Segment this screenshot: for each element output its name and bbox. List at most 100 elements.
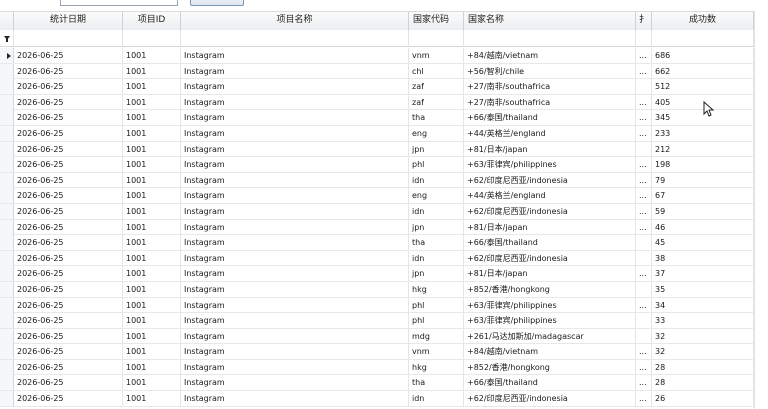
cell-project-id[interactable]: 1001 [123, 391, 181, 407]
cell-country-code[interactable]: zaf [409, 94, 464, 110]
row-indicator[interactable] [0, 375, 14, 391]
table-row[interactable]: 2026-06-25 1001 Instagram phl +63/菲律宾/philip… [0, 313, 760, 329]
cell-date[interactable]: 2026-06-25 [14, 250, 123, 266]
cell-project-id[interactable]: 1001 [123, 203, 181, 219]
cell-success-count[interactable]: 67 [652, 188, 754, 204]
cell-success-count[interactable]: 33 [652, 313, 754, 329]
cell-country-code[interactable]: idn [409, 391, 464, 407]
cell-country-code[interactable]: idn [409, 250, 464, 266]
row-indicator[interactable] [0, 48, 14, 63]
row-indicator[interactable] [0, 125, 14, 141]
cell-country-name[interactable]: +63/菲律宾/philippines [464, 157, 636, 173]
cell-country-name[interactable]: +66/泰国/thailand [464, 235, 636, 251]
row-indicator[interactable] [0, 141, 14, 157]
cell-success-count[interactable]: 686 [652, 48, 754, 63]
cell-date[interactable]: 2026-06-25 [14, 188, 123, 204]
cell-extra[interactable] [636, 141, 652, 157]
table-row[interactable]: 2026-06-25 1001 Instagram tha +66/泰国/thailan… [0, 110, 760, 126]
cell-success-count[interactable]: 662 [652, 63, 754, 79]
cell-project-id[interactable]: 1001 [123, 266, 181, 282]
cell-project-id[interactable]: 1001 [123, 375, 181, 391]
cell-date[interactable]: 2026-06-25 [14, 375, 123, 391]
cell-country-code[interactable]: phl [409, 297, 464, 313]
cell-country-name[interactable]: +44/英格兰/england [464, 188, 636, 204]
cell-extra[interactable]: ... [636, 375, 652, 391]
row-indicator[interactable] [0, 235, 14, 251]
search-input[interactable] [60, 0, 178, 6]
header-project-name[interactable]: 项目名称 [181, 12, 409, 30]
cell-project-id[interactable]: 1001 [123, 172, 181, 188]
cell-date[interactable]: 2026-06-25 [14, 328, 123, 344]
cell-project-name[interactable]: Instagram [181, 188, 409, 204]
cell-project-id[interactable]: 1001 [123, 328, 181, 344]
cell-extra[interactable]: ... [636, 157, 652, 173]
cell-project-name[interactable]: Instagram [181, 375, 409, 391]
cell-project-id[interactable]: 1001 [123, 344, 181, 360]
cell-extra[interactable]: ... [636, 359, 652, 375]
cell-date[interactable]: 2026-06-25 [14, 266, 123, 282]
row-indicator[interactable] [0, 79, 14, 95]
cell-country-code[interactable]: idn [409, 203, 464, 219]
cell-country-name[interactable]: +62/印度尼西亚/indonesia [464, 391, 636, 407]
cell-extra[interactable] [636, 313, 652, 329]
filter-project-name[interactable] [181, 30, 409, 46]
cell-success-count[interactable]: 212 [652, 141, 754, 157]
cell-extra[interactable]: ... [636, 203, 652, 219]
cell-country-code[interactable]: tha [409, 375, 464, 391]
cell-country-code[interactable]: vnm [409, 48, 464, 63]
row-indicator[interactable] [0, 219, 14, 235]
cell-project-id[interactable]: 1001 [123, 63, 181, 79]
cell-project-id[interactable]: 1001 [123, 94, 181, 110]
cell-country-name[interactable]: +81/日本/japan [464, 141, 636, 157]
row-indicator[interactable] [0, 328, 14, 344]
cell-country-name[interactable]: +27/南非/southafrica [464, 94, 636, 110]
cell-country-code[interactable]: mdg [409, 328, 464, 344]
cell-extra[interactable]: ... [636, 48, 652, 63]
cell-project-id[interactable]: 1001 [123, 141, 181, 157]
table-row[interactable]: 2026-06-25 1001 Instagram idn +62/印度尼西亚/indo… [0, 250, 760, 267]
cell-country-code[interactable]: idn [409, 172, 464, 188]
cell-project-id[interactable]: 1001 [123, 110, 181, 126]
cell-country-code[interactable]: jpn [409, 219, 464, 235]
header-country-name[interactable]: 国家名称 [464, 12, 636, 30]
filter-icon-cell[interactable] [0, 30, 14, 46]
cell-country-name[interactable]: +62/印度尼西亚/indonesia [464, 172, 636, 188]
row-indicator[interactable] [0, 63, 14, 79]
table-row[interactable]: 2026-06-25 1001 Instagram hkg +852/香港/hongko… [0, 281, 760, 298]
filter-country-name[interactable] [464, 30, 636, 46]
table-row[interactable]: 2026-06-25 1001 Instagram phl +63/菲律宾/philip… [0, 297, 760, 314]
table-row[interactable]: 2026-06-25 1001 Instagram jpn +81/日本/japan..… [0, 266, 760, 282]
table-row[interactable]: 2026-06-25 1001 Instagram jpn +81/日本/japan 21… [0, 141, 760, 158]
cell-country-name[interactable]: +84/越南/vietnam [464, 344, 636, 360]
filter-success-count[interactable] [652, 30, 754, 46]
table-row[interactable]: 2026-06-25 1001 Instagram idn +62/印度尼西亚/indo… [0, 172, 760, 189]
cell-project-id[interactable]: 1001 [123, 188, 181, 204]
table-row[interactable]: 2026-06-25 1001 Instagram mdg +261/马达加斯加/mad… [0, 328, 760, 345]
cell-project-name[interactable]: Instagram [181, 79, 409, 95]
cell-country-name[interactable]: +56/智利/chile [464, 63, 636, 79]
filter-country-code[interactable] [409, 30, 464, 46]
row-indicator[interactable] [0, 94, 14, 110]
cell-project-name[interactable]: Instagram [181, 219, 409, 235]
cell-success-count[interactable]: 32 [652, 344, 754, 360]
cell-project-id[interactable]: 1001 [123, 157, 181, 173]
cell-project-id[interactable]: 1001 [123, 125, 181, 141]
filter-icon[interactable] [4, 36, 10, 42]
cell-extra[interactable] [636, 235, 652, 251]
cell-project-id[interactable]: 1001 [123, 250, 181, 266]
cell-success-count[interactable]: 512 [652, 79, 754, 95]
cell-project-id[interactable]: 1001 [123, 281, 181, 297]
row-indicator[interactable] [0, 172, 14, 188]
cell-project-name[interactable]: Instagram [181, 235, 409, 251]
header-extra[interactable]: 扌 [636, 12, 652, 30]
cell-extra[interactable] [636, 250, 652, 266]
filter-extra[interactable] [636, 30, 652, 46]
header-success-count[interactable]: 成功数 [652, 12, 754, 30]
cell-success-count[interactable]: 28 [652, 359, 754, 375]
cell-country-name[interactable]: +261/马达加斯加/madagascar [464, 328, 636, 344]
row-indicator[interactable] [0, 157, 14, 173]
row-indicator[interactable] [0, 313, 14, 329]
cell-project-name[interactable]: Instagram [181, 157, 409, 173]
cell-success-count[interactable]: 35 [652, 281, 754, 297]
row-indicator[interactable] [0, 188, 14, 204]
